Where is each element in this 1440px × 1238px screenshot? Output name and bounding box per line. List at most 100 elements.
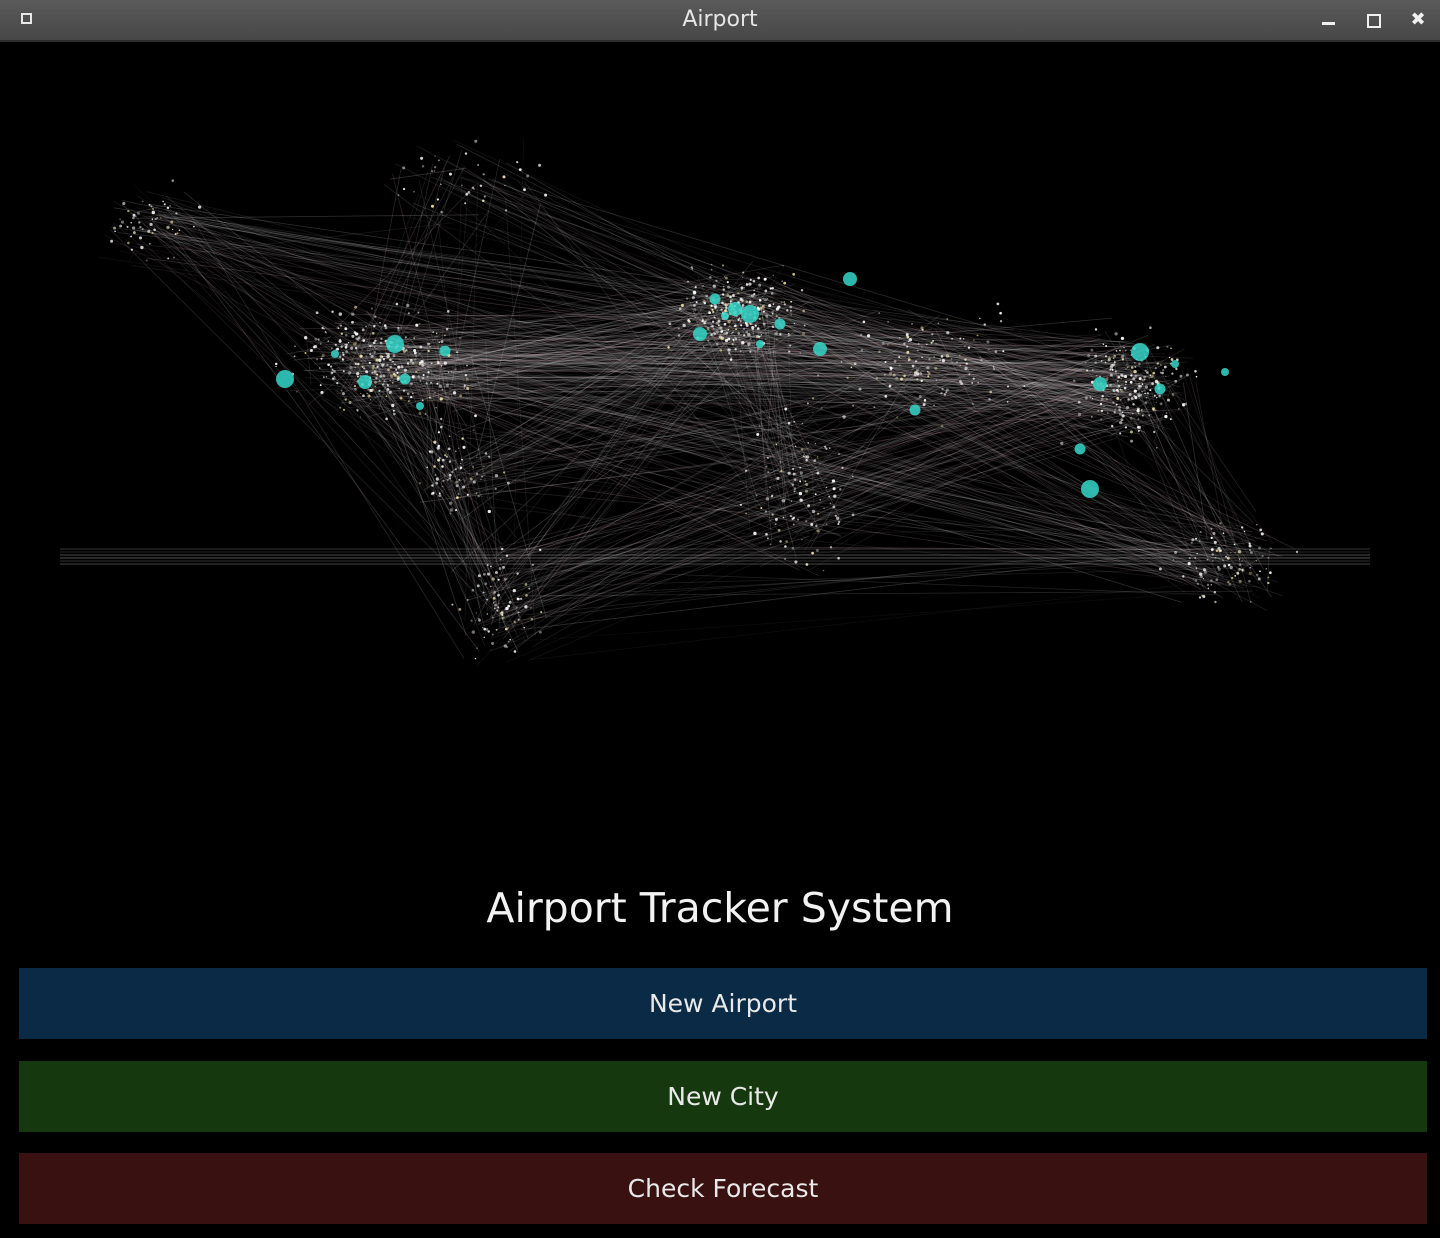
airport-dot [728, 325, 730, 327]
airport-dot [1130, 374, 1133, 377]
airport-dot [878, 312, 881, 314]
airport-dot [420, 156, 424, 160]
airport-dot [703, 301, 707, 305]
airport-dot [917, 342, 920, 345]
airport-dot [1154, 379, 1159, 384]
airport-dot [336, 381, 339, 385]
airport-dot [727, 302, 730, 305]
airport-dot [989, 390, 993, 394]
airport-dot [793, 487, 797, 491]
airport-dot [800, 288, 804, 292]
airport-dot [482, 591, 485, 594]
airport-dot [120, 220, 125, 224]
airport-dot [888, 384, 892, 388]
airport-dot [436, 198, 439, 201]
airport-dot [1243, 530, 1246, 533]
airport-dot [1210, 584, 1213, 586]
airport-dot [727, 285, 731, 289]
title-bar[interactable]: Airport ✖ [0, 0, 1440, 42]
airport-dot [119, 218, 121, 221]
airport-dot [518, 168, 522, 172]
airport-dot [721, 264, 725, 267]
airport-dot [440, 364, 443, 367]
airport-dot [119, 224, 123, 228]
airport-dot [1131, 412, 1134, 415]
airport-dot [383, 363, 385, 365]
airport-dot [1261, 554, 1264, 558]
minimize-icon[interactable] [1317, 9, 1339, 31]
airport-dot [430, 362, 433, 365]
airport-dot [491, 577, 495, 581]
airport-dot [151, 218, 154, 220]
airport-dot [369, 344, 372, 348]
airport-dot [494, 571, 498, 574]
airport-dot [472, 466, 474, 468]
airport-dot [712, 284, 716, 288]
airport-dot [760, 507, 763, 509]
airport-dot [375, 376, 378, 380]
hub-node [774, 318, 786, 330]
route-line [486, 591, 1218, 644]
airport-dot [993, 368, 995, 370]
airport-dot [945, 391, 948, 394]
airport-dot [756, 327, 760, 330]
airport-dot [150, 205, 153, 208]
airport-dot [988, 348, 990, 351]
airport-dot [528, 587, 531, 590]
airport-dot [774, 517, 778, 521]
airport-dot [1072, 379, 1076, 383]
airport-dot [758, 317, 761, 320]
airport-dot [946, 318, 948, 320]
airport-dot [1156, 447, 1158, 449]
airport-dot [1196, 582, 1199, 586]
airport-dot [777, 305, 781, 309]
airport-dot [941, 358, 946, 363]
airport-dot [493, 607, 496, 610]
airport-dot [1167, 398, 1170, 402]
airport-dot [387, 353, 390, 356]
airport-dot [780, 301, 783, 304]
airport-dot [1210, 579, 1213, 582]
airport-dot [1248, 548, 1252, 552]
airport-dot [428, 396, 431, 399]
airport-dot [436, 361, 440, 364]
airport-dot [517, 618, 520, 621]
airport-dot [959, 380, 962, 383]
airport-dot [342, 392, 345, 396]
airport-dot [477, 494, 480, 498]
airport-dot [424, 367, 427, 370]
airport-dot [750, 294, 755, 298]
airport-dot [1126, 366, 1129, 369]
airport-dot [783, 303, 786, 306]
airport-dot [920, 379, 923, 383]
new-airport-button[interactable]: New Airport [19, 968, 1427, 1039]
airport-dot [1118, 405, 1121, 409]
airport-dot [1129, 430, 1133, 434]
airport-dot [1210, 527, 1213, 530]
airport-dot [502, 175, 506, 179]
airport-dot [459, 466, 463, 469]
airport-dot [1222, 532, 1225, 535]
airport-dot [1121, 337, 1123, 340]
check-forecast-button[interactable]: Check Forecast [19, 1153, 1427, 1224]
airport-dot [703, 320, 707, 324]
airport-dot [486, 613, 489, 615]
maximize-icon[interactable] [1362, 9, 1384, 31]
airport-dot [1007, 385, 1009, 388]
airport-dot [875, 377, 879, 380]
airport-dot [508, 600, 512, 604]
airport-dot [386, 388, 390, 391]
airport-dot [788, 344, 792, 347]
airport-dot [740, 334, 742, 337]
hub-node [399, 373, 411, 385]
airport-dot [1094, 361, 1097, 364]
close-icon[interactable]: ✖ [1407, 9, 1429, 31]
airport-dot [800, 448, 804, 451]
airport-dot [344, 398, 347, 401]
airport-dot [1217, 565, 1220, 569]
airport-dot [361, 365, 364, 368]
airport-dot [774, 523, 777, 526]
airport-dot [1096, 374, 1098, 377]
airport-dot [296, 390, 298, 393]
new-city-button[interactable]: New City [19, 1061, 1427, 1132]
